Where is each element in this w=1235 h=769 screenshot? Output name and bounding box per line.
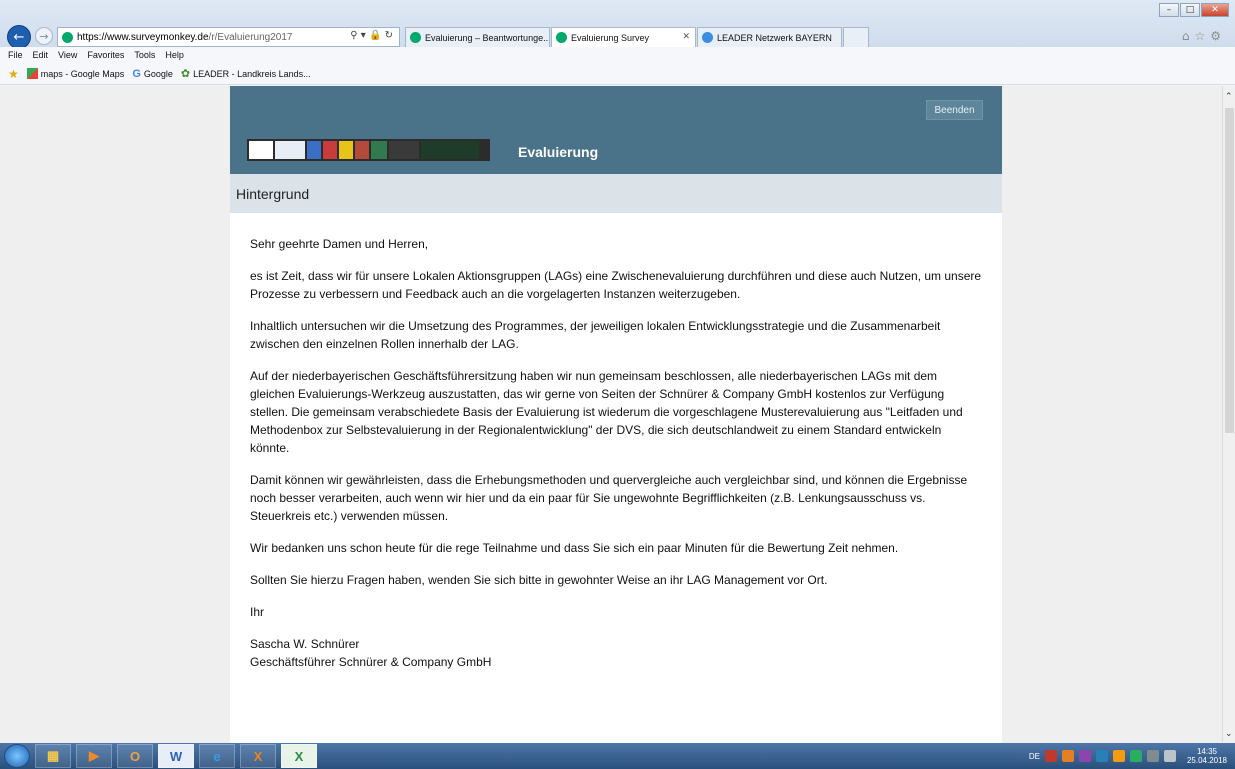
minimize-button[interactable]: – [1159, 3, 1179, 17]
taskbar: ▦ ▶ O W e X X DE 14:35 25.04.2018 [0, 743, 1235, 769]
tray-icon[interactable] [1078, 750, 1091, 762]
scroll-down-icon[interactable]: ⌄ [1225, 729, 1233, 739]
x-app-icon[interactable]: X [240, 744, 276, 768]
explorer-icon[interactable]: ▦ [35, 744, 71, 768]
forward-button[interactable]: → [35, 27, 53, 45]
partner-logos [247, 139, 490, 161]
surveymonkey-icon [556, 32, 567, 43]
tab-label: Evaluierung – Beantwortunge... [425, 32, 550, 43]
close-tab-icon[interactable]: ✕ [682, 31, 690, 42]
menu-help[interactable]: Help [165, 50, 184, 60]
word-icon[interactable]: W [158, 744, 194, 768]
home-favorites-settings-icons[interactable]: ⌂☆⚙ [1182, 29, 1226, 43]
paragraph: Auf der niederbayerischen Geschäftsführe… [250, 369, 963, 455]
window-controls: – □ ✕ [1159, 3, 1229, 17]
favorites-star-icon[interactable]: ★ [8, 67, 19, 81]
menu-tools[interactable]: Tools [134, 50, 155, 60]
search-lock-refresh-icons[interactable]: ⚲ ▾ 🔒 ↻ [350, 30, 393, 41]
tray-icon[interactable] [1129, 750, 1142, 762]
back-button[interactable]: ← [7, 25, 31, 49]
tab-leader-netzwerk[interactable]: LEADER Netzwerk BAYERN [697, 27, 842, 47]
address-path: /r/Evaluierung2017 [208, 31, 293, 43]
favorite-label: LEADER - Landkreis Lands... [193, 68, 311, 79]
maps-icon [26, 68, 38, 79]
tray-icon[interactable] [1095, 750, 1108, 762]
scroll-up-icon[interactable]: ⌃ [1225, 92, 1233, 102]
paragraph: Sehr geehrte Damen und Herren, [250, 237, 429, 251]
paragraph: Wir bedanken uns schon heute für die reg… [250, 541, 899, 555]
leaf-icon: ✿ [180, 68, 191, 80]
address-host: https://www.surveymonkey.de [77, 31, 209, 43]
vertical-scrollbar[interactable]: ⌃ ⌄ [1222, 86, 1235, 743]
signature-role: Geschäftsführer Schnürer & Company GmbH [250, 655, 492, 669]
browser-chrome: ← → https://www.surveymonkey.de/r/Evalui… [0, 0, 1235, 49]
tab-evaluierung-survey[interactable]: Evaluierung Survey ✕ [551, 27, 696, 47]
new-tab-button[interactable] [843, 27, 869, 47]
volume-icon[interactable] [1163, 750, 1176, 762]
logo-landkreis [421, 141, 479, 159]
paragraph: Inhaltlich untersuchen wir die Umsetzung… [250, 319, 941, 351]
page-viewport: Beenden Evaluierung Hintergrund Sehr gee… [0, 86, 1222, 743]
language-indicator[interactable]: DE [1029, 752, 1040, 761]
start-button[interactable] [4, 744, 30, 768]
logo-1 [249, 141, 273, 159]
logo-6 [355, 141, 369, 159]
tray-icon[interactable] [1061, 750, 1074, 762]
survey-panel: Beenden Evaluierung Hintergrund Sehr gee… [230, 86, 1002, 743]
favorites-bar: ★ maps - Google Maps G Google ✿ LEADER - L… [0, 63, 1235, 85]
paragraph: Ihr [250, 605, 265, 619]
logo-2 [275, 141, 305, 159]
system-tray: DE 14:35 25.04.2018 [1029, 743, 1235, 769]
favorite-label: maps - Google Maps [40, 68, 125, 79]
google-icon: G [132, 67, 141, 80]
close-window-button[interactable]: ✕ [1201, 3, 1229, 17]
menu-favorites[interactable]: Favorites [87, 50, 124, 60]
survey-title: Evaluierung [518, 144, 599, 160]
paragraph: Sollten Sie hierzu Fragen haben, wenden … [250, 573, 828, 587]
menu-bar: File Edit View Favorites Tools Help [0, 47, 1235, 63]
logo-regen [389, 141, 419, 159]
paragraph: Damit können wir gewährleisten, dass die… [250, 473, 968, 523]
logo-4 [323, 141, 337, 159]
favorite-leader-landkreis[interactable]: ✿ LEADER - Landkreis Lands... [181, 67, 311, 80]
excel-icon[interactable]: X [281, 744, 317, 768]
logo-5 [339, 141, 353, 159]
paragraph: es ist Zeit, dass wir für unsere Lokalen… [250, 269, 982, 301]
surveymonkey-icon [410, 32, 421, 43]
survey-header: Beenden Evaluierung [230, 86, 1002, 174]
maximize-button[interactable]: □ [1180, 3, 1200, 17]
menu-view[interactable]: View [58, 50, 77, 60]
tab-evaluierung-beantwortungen[interactable]: Evaluierung – Beantwortunge... [405, 27, 550, 47]
favorite-google[interactable]: G Google [132, 68, 173, 80]
clock[interactable]: 14:35 25.04.2018 [1187, 747, 1227, 765]
tab-label: LEADER Netzwerk BAYERN [717, 32, 832, 43]
tray-icon[interactable] [1044, 750, 1057, 762]
surveymonkey-icon [62, 31, 73, 43]
favorite-google-maps[interactable]: maps - Google Maps [26, 68, 125, 79]
logo-7 [371, 141, 387, 159]
ie-icon [702, 32, 713, 43]
menu-edit[interactable]: Edit [33, 50, 49, 60]
logo-3 [307, 141, 321, 159]
survey-intro-text: Sehr geehrte Damen und Herren, es ist Ze… [230, 213, 1002, 671]
outlook-icon[interactable]: O [117, 744, 153, 768]
exit-button[interactable]: Beenden [926, 100, 983, 120]
tray-icon[interactable] [1112, 750, 1125, 762]
media-player-icon[interactable]: ▶ [76, 744, 112, 768]
clock-date: 25.04.2018 [1186, 756, 1227, 765]
tab-label: Evaluierung Survey [571, 32, 650, 43]
internet-explorer-icon[interactable]: e [199, 744, 235, 768]
signature-name: Sascha W. Schnürer [250, 637, 360, 651]
menu-file[interactable]: File [8, 50, 23, 60]
network-icon[interactable] [1146, 750, 1159, 762]
favorite-label: Google [143, 68, 173, 79]
scroll-thumb[interactable] [1225, 108, 1234, 433]
clock-time: 14:35 [1196, 747, 1217, 756]
page-title: Hintergrund [230, 174, 1002, 213]
address-bar[interactable]: https://www.surveymonkey.de/r/Evaluierun… [57, 27, 400, 47]
